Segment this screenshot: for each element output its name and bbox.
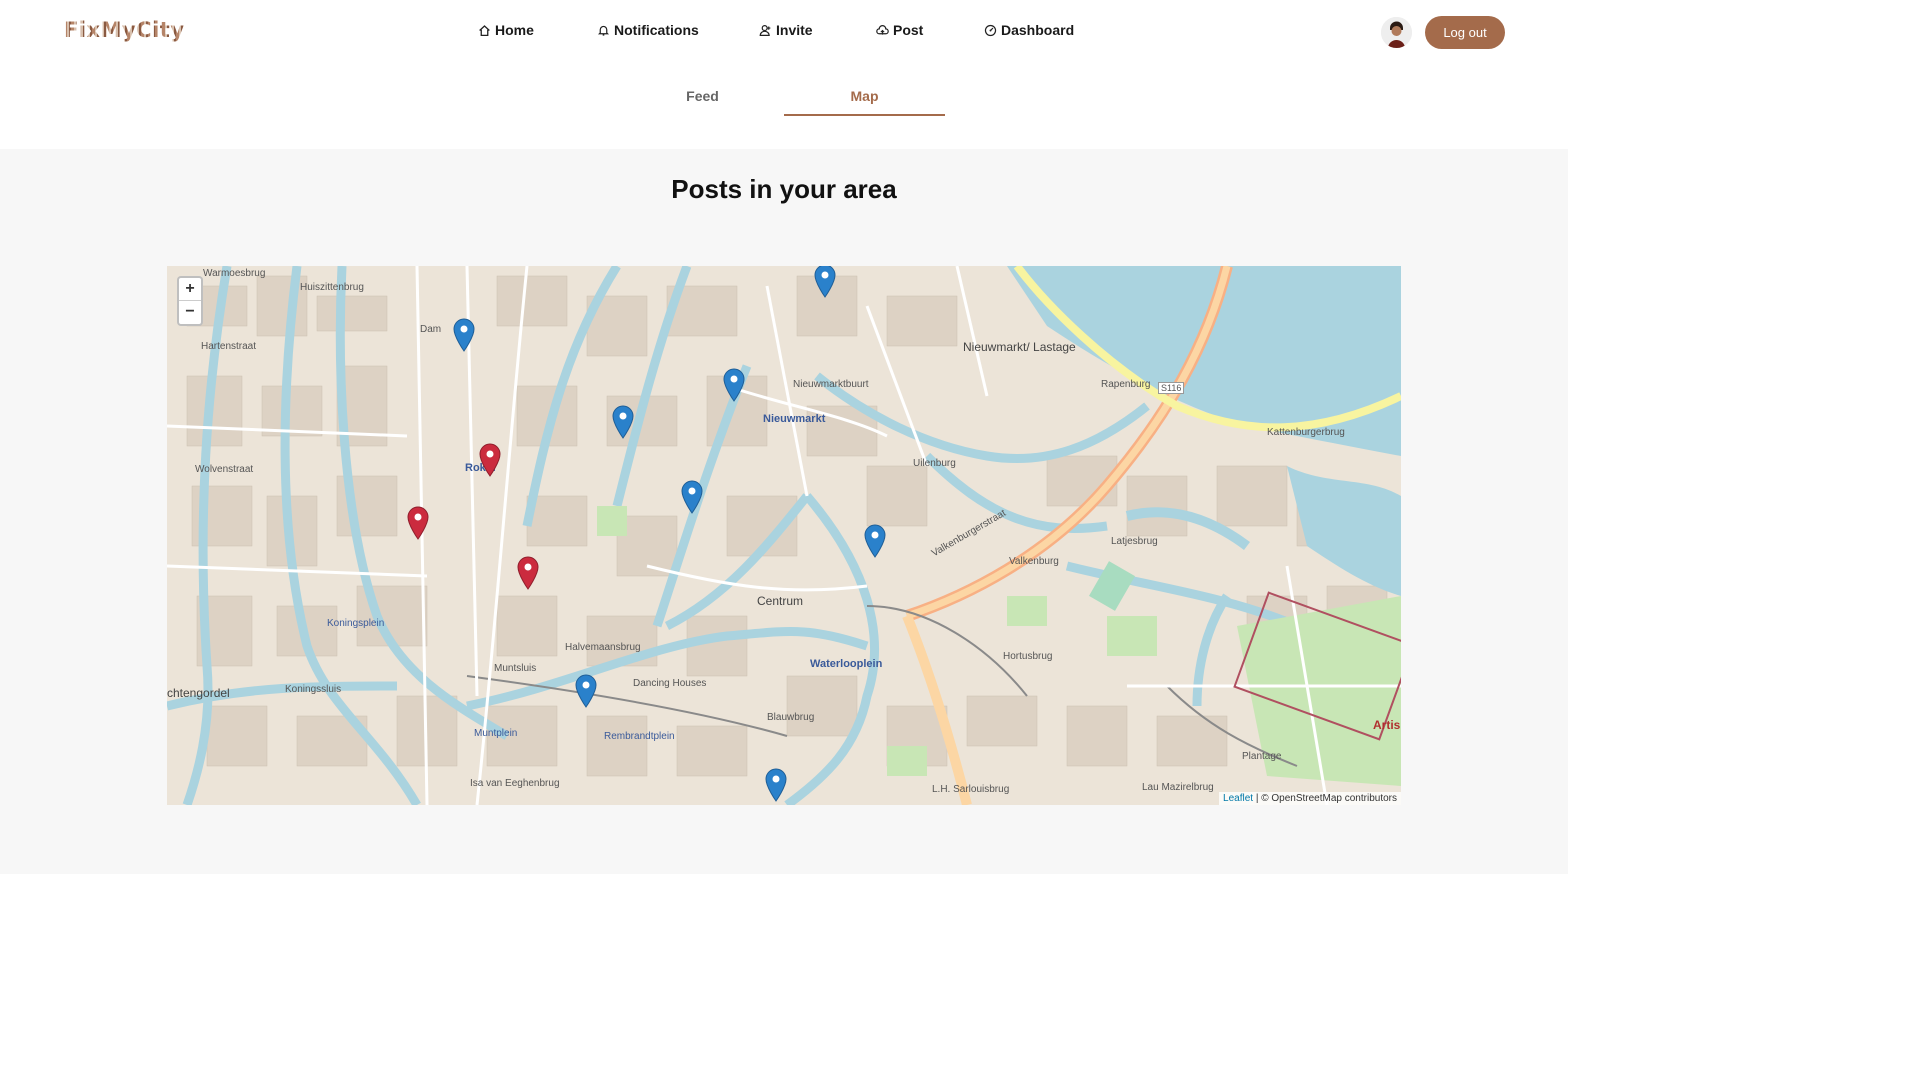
label-kattenburgerbrug: Kattenburgerbrug	[1267, 427, 1345, 438]
label-hortusbrug: Hortusbrug	[1003, 651, 1053, 662]
post-marker[interactable]	[723, 368, 745, 402]
label-nieuwmarktbuurt: Nieuwmarktbuurt	[793, 379, 869, 390]
label-dam: Dam	[420, 324, 442, 335]
label-lau-mazirelbrug: Lau Mazirelbrug	[1142, 782, 1214, 793]
label-wolvenstraat: Wolvenstraat	[195, 464, 254, 475]
bell-icon	[597, 25, 610, 36]
label-uilenburg: Uilenburg	[913, 458, 956, 469]
label-halvemaansbrug: Halvemaansbrug	[565, 642, 641, 653]
post-marker[interactable]	[575, 674, 597, 708]
zoom-control: + −	[177, 276, 203, 326]
zoom-out-button[interactable]: −	[179, 301, 201, 324]
tab-feed[interactable]: Feed	[622, 88, 783, 116]
label-hartenstraat: Hartenstraat	[201, 341, 257, 352]
label-centrum: Centrum	[757, 594, 804, 608]
label-muntplein: Muntplein	[474, 728, 518, 739]
label-rembrandtplein: Rembrandtplein	[604, 731, 675, 742]
nav-notifications[interactable]: Notifications	[597, 22, 699, 38]
nav-post[interactable]: Post	[876, 22, 923, 38]
label-koningssluis: Koningssluis	[285, 684, 342, 695]
label-valkenburg: Valkenburg	[1009, 556, 1059, 567]
home-icon	[479, 24, 490, 36]
post-marker[interactable]	[864, 524, 886, 558]
post-marker[interactable]	[453, 318, 475, 352]
logout-button[interactable]: Log out	[1425, 16, 1505, 49]
label-latjesbrug: Latjesbrug	[1111, 536, 1158, 547]
post-marker[interactable]	[681, 480, 703, 514]
nav-dashboard[interactable]: Dashboard	[984, 22, 1074, 38]
label-nieuwmarkt-square: Nieuwmarkt	[763, 413, 826, 425]
top-navbar: FixMyCity Home Notifications Invite Post…	[0, 0, 1568, 68]
label-grachtengordel: chtengordel	[167, 686, 230, 700]
nav-notifications-label: Notifications	[614, 22, 699, 38]
label-koningsplein: Koningsplein	[327, 618, 385, 629]
nav-invite[interactable]: Invite	[759, 22, 813, 38]
nav-home-label: Home	[495, 22, 534, 38]
label-artis: Artis	[1373, 718, 1401, 732]
label-nieuwmarkt: Nieuwmarkt/ Lastage	[963, 340, 1076, 354]
post-marker[interactable]	[612, 405, 634, 439]
nav-dashboard-label: Dashboard	[1001, 22, 1075, 38]
attribution-text: | © OpenStreetMap contributors	[1255, 793, 1397, 804]
zoom-in-button[interactable]: +	[179, 278, 201, 301]
user-avatar[interactable]	[1381, 17, 1412, 48]
page-title: Posts in your area	[671, 174, 897, 204]
label-s116: S116	[1158, 382, 1185, 394]
dashboard-icon	[984, 24, 997, 36]
label-warmoesbrug: Warmoesbrug	[203, 268, 266, 279]
urgent-post-marker[interactable]	[407, 506, 429, 540]
map-tiles	[167, 266, 1401, 805]
page: FixMyCity Home Notifications Invite Post…	[0, 0, 1568, 874]
label-blauwbrug: Blauwbrug	[767, 712, 815, 723]
tab-map[interactable]: Map	[784, 88, 945, 116]
post-marker[interactable]	[814, 266, 836, 298]
map-view[interactable]: Nieuwmarkt/ Lastage Nieuwmarktbuurt Nieu…	[167, 266, 1401, 805]
post-marker[interactable]	[765, 768, 787, 802]
leaflet-link[interactable]: Leaflet	[1223, 793, 1253, 804]
label-huiszittenbrug: Huiszittenbrug	[300, 282, 364, 293]
label-rapenburg: Rapenburg	[1101, 379, 1151, 390]
label-isa-van-eeghenbrug: Isa van Eeghenbrug	[470, 778, 560, 789]
urgent-post-marker[interactable]	[517, 556, 539, 590]
urgent-post-marker[interactable]	[479, 443, 501, 477]
main-nav: Home Notifications Invite Post Dashboard	[0, 22, 1568, 44]
label-waterlooplein: Waterlooplein	[810, 658, 883, 670]
label-plantage: Plantage	[1242, 751, 1282, 762]
label-lh-sarlouisbrug: L.H. Sarlouisbrug	[932, 784, 1010, 795]
label-dancing-houses: Dancing Houses	[633, 678, 707, 689]
nav-post-label: Post	[893, 22, 924, 38]
user-plus-icon	[759, 24, 771, 36]
nav-invite-label: Invite	[776, 22, 813, 38]
map-attribution: Leaflet | © OpenStreetMap contributors	[1219, 792, 1401, 805]
cloud-upload-icon	[876, 24, 889, 35]
nav-home[interactable]: Home	[478, 22, 534, 38]
label-muntsluis: Muntsluis	[494, 663, 537, 674]
